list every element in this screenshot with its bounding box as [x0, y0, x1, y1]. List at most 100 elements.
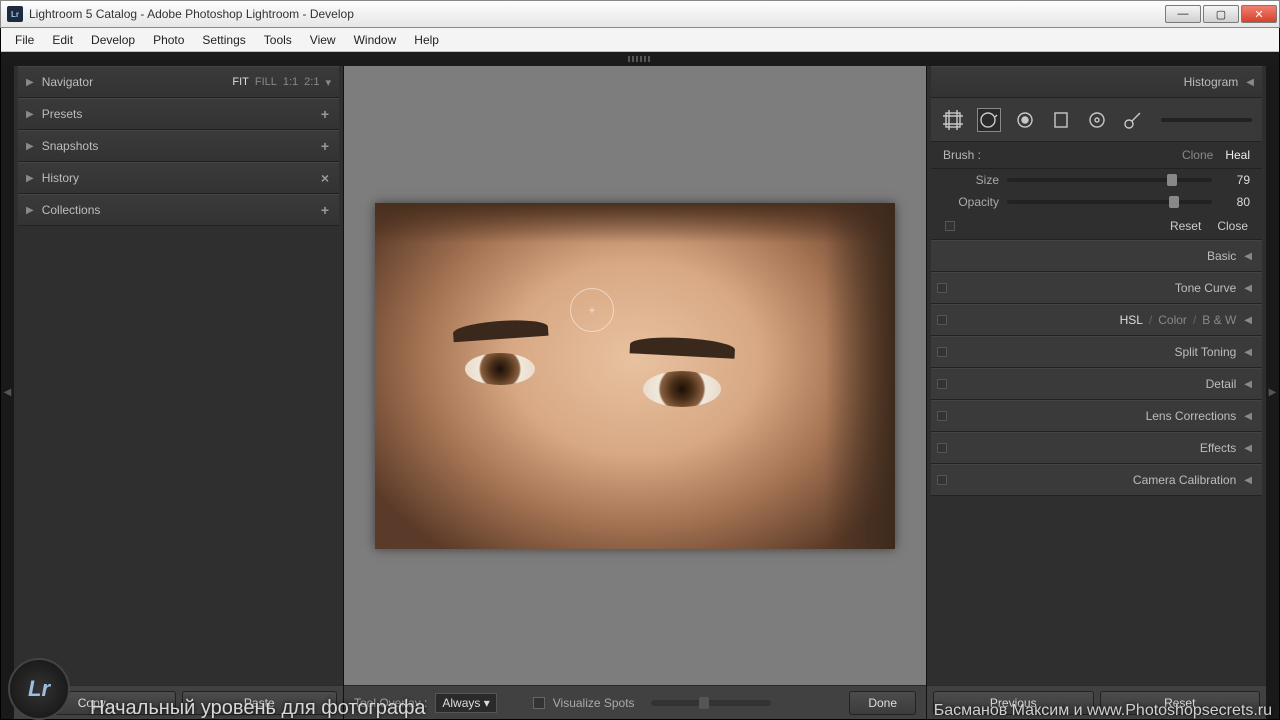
menu-edit[interactable]: Edit: [44, 30, 81, 50]
brush-mode-row: Brush : Clone Heal: [931, 142, 1262, 169]
zoom-1to1[interactable]: 1:1: [283, 76, 298, 88]
panel-switch-icon[interactable]: [937, 347, 947, 357]
panel-snapshots[interactable]: ▶ Snapshots +: [18, 130, 339, 162]
canvas-toolbar: Tool Overlay : Always ▾ Visualize Spots …: [344, 685, 926, 719]
panel-switch-icon[interactable]: [937, 411, 947, 421]
collections-add-icon[interactable]: +: [319, 202, 331, 218]
bw-tab[interactable]: B & W: [1202, 313, 1236, 327]
tool-strip: [931, 98, 1262, 142]
size-slider-row: Size 79: [931, 169, 1262, 191]
zoom-menu-icon[interactable]: ▾: [325, 76, 331, 89]
presets-add-icon[interactable]: +: [319, 106, 331, 122]
menu-help[interactable]: Help: [406, 30, 447, 50]
brush-heal-option[interactable]: Heal: [1225, 148, 1250, 162]
panel-switch-icon[interactable]: [945, 221, 955, 231]
size-value[interactable]: 79: [1222, 173, 1250, 187]
menu-settings[interactable]: Settings: [194, 30, 253, 50]
panel-lens-corrections[interactable]: Lens Corrections◀: [931, 400, 1262, 432]
panel-effects[interactable]: Effects◀: [931, 432, 1262, 464]
crop-tool-icon[interactable]: [941, 108, 965, 132]
menu-tools[interactable]: Tools: [256, 30, 300, 50]
panel-detail[interactable]: Detail◀: [931, 368, 1262, 400]
menu-file[interactable]: File: [7, 30, 42, 50]
photo-detail: [643, 371, 721, 407]
canvas-area: Tool Overlay : Always ▾ Visualize Spots …: [344, 66, 926, 719]
redeye-tool-icon[interactable]: [1013, 108, 1037, 132]
left-edge-collapse[interactable]: ◀: [1, 66, 14, 719]
panel-history[interactable]: ▶ History ×: [18, 162, 339, 194]
lr-badge-icon: Lr: [8, 658, 70, 720]
size-label: Size: [943, 173, 999, 187]
panel-presets[interactable]: ▶ Presets +: [18, 98, 339, 130]
brush-label: Brush :: [943, 148, 981, 162]
overlay-credit: Басманов Максим и www.Photoshopsecrets.r…: [934, 702, 1272, 720]
minimize-button[interactable]: —: [1165, 5, 1201, 23]
color-tab[interactable]: Color: [1158, 313, 1187, 327]
panel-history-label: History: [42, 171, 79, 185]
panel-collections-label: Collections: [42, 203, 101, 217]
panel-navigator-label: Navigator: [42, 75, 93, 89]
panel-hsl[interactable]: HSL/ Color/ B & W ◀: [931, 304, 1262, 336]
chevron-left-icon: ◀: [1244, 379, 1252, 390]
panel-switch-icon[interactable]: [937, 283, 947, 293]
tool-slider[interactable]: [1161, 118, 1252, 122]
size-slider[interactable]: [1007, 178, 1212, 182]
brush-close-button[interactable]: Close: [1217, 219, 1248, 233]
overlay-caption: Начальный уровень для фотографа: [90, 697, 426, 720]
graduated-filter-tool-icon[interactable]: [1049, 108, 1073, 132]
visualize-spots-slider[interactable]: [651, 700, 771, 706]
spot-removal-tool-icon[interactable]: [977, 108, 1001, 132]
panel-presets-label: Presets: [42, 107, 83, 121]
menu-view[interactable]: View: [302, 30, 344, 50]
photo-preview[interactable]: [375, 203, 895, 549]
panel-basic[interactable]: Basic◀: [931, 240, 1262, 272]
done-button[interactable]: Done: [849, 691, 916, 715]
maximize-button[interactable]: ▢: [1203, 5, 1239, 23]
adjustment-brush-tool-icon[interactable]: [1121, 108, 1145, 132]
opacity-slider-row: Opacity 80: [931, 191, 1262, 213]
chevron-left-icon: ◀: [1244, 283, 1252, 294]
menu-window[interactable]: Window: [346, 30, 405, 50]
image-canvas[interactable]: [344, 66, 926, 685]
snapshots-add-icon[interactable]: +: [319, 138, 331, 154]
opacity-value[interactable]: 80: [1222, 195, 1250, 209]
brush-clone-option[interactable]: Clone: [1182, 148, 1213, 162]
chevron-left-icon: ◀: [1244, 315, 1252, 326]
opacity-slider[interactable]: [1007, 200, 1212, 204]
visualize-spots-checkbox[interactable]: [533, 697, 545, 709]
menu-photo[interactable]: Photo: [145, 30, 192, 50]
panel-tone-curve[interactable]: Tone Curve◀: [931, 272, 1262, 304]
hsl-tab[interactable]: HSL: [1120, 313, 1143, 327]
top-grip[interactable]: [1, 52, 1279, 66]
menu-develop[interactable]: Develop: [83, 30, 143, 50]
tool-overlay-select[interactable]: Always ▾: [435, 693, 496, 713]
menu-bar: File Edit Develop Photo Settings Tools V…: [1, 28, 1279, 52]
panel-histogram[interactable]: Histogram ◀: [931, 66, 1262, 98]
chevron-left-icon: ◀: [1244, 411, 1252, 422]
photo-detail: [630, 335, 736, 358]
chevron-left-icon: ◀: [1244, 475, 1252, 486]
visualize-spots-label: Visualize Spots: [553, 696, 635, 710]
panel-switch-icon[interactable]: [937, 315, 947, 325]
panel-switch-icon[interactable]: [937, 475, 947, 485]
panel-navigator[interactable]: ▶ Navigator FIT FILL 1:1 2:1 ▾: [18, 66, 339, 98]
panel-switch-icon[interactable]: [937, 379, 947, 389]
panel-camera-calibration[interactable]: Camera Calibration◀: [931, 464, 1262, 496]
zoom-2to1[interactable]: 2:1: [304, 76, 319, 88]
panel-collections[interactable]: ▶ Collections +: [18, 194, 339, 226]
zoom-fit[interactable]: FIT: [232, 76, 249, 88]
panel-switch-icon[interactable]: [937, 443, 947, 453]
right-edge-collapse[interactable]: ▶: [1266, 66, 1279, 719]
radial-filter-tool-icon[interactable]: [1085, 108, 1109, 132]
panel-split-toning[interactable]: Split Toning◀: [931, 336, 1262, 368]
chevron-left-icon: ◀: [1244, 347, 1252, 358]
chevron-left-icon: ◀: [1244, 251, 1252, 262]
chevron-right-icon: ▶: [26, 109, 34, 120]
brush-reset-button[interactable]: Reset: [1170, 219, 1201, 233]
zoom-fill[interactable]: FILL: [255, 76, 277, 88]
history-clear-icon[interactable]: ×: [319, 170, 331, 186]
close-button[interactable]: ✕: [1241, 5, 1277, 23]
left-panel: ▶ Navigator FIT FILL 1:1 2:1 ▾ ▶ Presets…: [14, 66, 344, 719]
chevron-right-icon: ▶: [26, 173, 34, 184]
chevron-right-icon: ▶: [26, 205, 34, 216]
